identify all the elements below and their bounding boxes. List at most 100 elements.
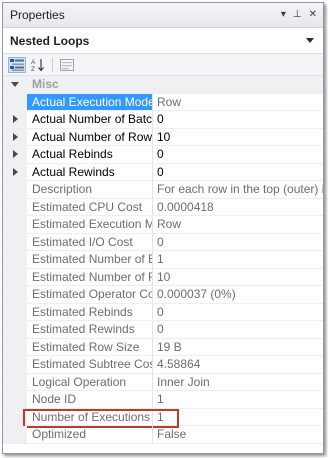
row-gutter[interactable] (3, 163, 27, 180)
property-name[interactable]: Actual Number of Rows (27, 128, 153, 145)
property-value[interactable]: 1 (153, 251, 323, 268)
window-position-dropdown-icon[interactable]: ▾ (281, 9, 286, 21)
property-value[interactable]: Row (153, 94, 323, 111)
property-row[interactable]: Estimated Rebinds 0 (3, 303, 323, 321)
property-grid: Misc Actual Execution Mode Row Actual Numb… (3, 76, 323, 444)
property-row[interactable]: Actual Execution Mode Row (3, 93, 323, 111)
property-row[interactable]: Estimated Execution ModeRow (3, 216, 323, 234)
property-row[interactable]: Node ID 1 (3, 391, 323, 409)
property-row[interactable]: Description For each row in the top (oute… (3, 181, 323, 199)
property-name[interactable]: Estimated Operator Cost (27, 286, 153, 303)
property-value[interactable]: 10 (153, 129, 323, 146)
property-row[interactable]: Actual Number of Rows 10 (3, 128, 323, 146)
property-name[interactable]: Number of Executions (27, 408, 153, 425)
property-name[interactable]: Logical Operation (27, 373, 153, 390)
property-name[interactable]: Estimated I/O Cost (27, 233, 153, 250)
property-name[interactable]: Estimated Subtree Cost (27, 356, 153, 373)
expand-triangle-icon[interactable] (12, 167, 18, 176)
property-value[interactable]: 0.000037 (0%) (153, 286, 323, 303)
expand-triangle-icon[interactable] (12, 132, 18, 141)
property-value[interactable]: Row (153, 216, 323, 233)
property-value[interactable]: 1 (153, 391, 323, 408)
property-row[interactable]: Estimated Row Size 19 B (3, 338, 323, 356)
property-name[interactable]: Estimated Row Size (27, 338, 153, 355)
property-name[interactable]: Description (27, 181, 153, 198)
close-icon[interactable]: ✕ (309, 9, 317, 21)
row-gutter (3, 373, 27, 390)
collapse-triangle-icon[interactable] (11, 81, 19, 87)
categorized-icon (10, 58, 24, 71)
row-gutter (3, 198, 27, 215)
property-name[interactable]: Estimated Number of Rows (27, 268, 153, 285)
title-bar: Properties ▾ ⊥ ✕ (3, 3, 323, 28)
auto-hide-pin-icon[interactable]: ⊥ (293, 9, 302, 21)
property-value[interactable]: 1 (153, 409, 323, 426)
property-row[interactable]: Estimated Number of Executions1 (3, 251, 323, 269)
property-row[interactable]: Estimated Rewinds 0 (3, 321, 323, 339)
property-value[interactable]: 0 (153, 111, 323, 128)
object-selector[interactable]: Nested Loops (3, 28, 323, 54)
property-value[interactable]: 19 B (153, 339, 323, 356)
row-gutter[interactable] (3, 128, 27, 145)
chevron-down-icon[interactable] (306, 38, 314, 43)
property-value[interactable]: False (153, 426, 323, 443)
property-value[interactable]: 0 (153, 146, 323, 163)
property-value[interactable]: For each row in the top (outer) input (153, 181, 323, 198)
property-name[interactable]: Optimized (27, 426, 153, 443)
row-gutter (3, 251, 27, 268)
property-row[interactable]: Actual Rewinds 0 (3, 163, 323, 181)
expand-triangle-icon[interactable] (12, 150, 18, 159)
row-gutter (3, 356, 27, 373)
properties-toolbar: A Z (3, 54, 323, 76)
row-gutter (3, 338, 27, 355)
property-row[interactable]: Actual Number of Batches0 (3, 111, 323, 129)
row-gutter (3, 408, 27, 425)
row-gutter (3, 181, 27, 198)
property-row[interactable]: Estimated Operator Cost 0.000037 (0%) (3, 286, 323, 304)
property-name[interactable]: Estimated Number of Executions (27, 251, 153, 268)
property-row[interactable]: Optimized False (3, 426, 323, 444)
row-gutter (3, 426, 27, 443)
object-name: Nested Loops (10, 33, 90, 48)
category-label: Misc (32, 77, 59, 92)
property-value[interactable]: 0 (153, 234, 323, 251)
property-name[interactable]: Actual Rewinds (27, 163, 153, 180)
property-value[interactable]: 0 (153, 304, 323, 321)
property-row[interactable]: Number of Executions 1 (3, 408, 323, 428)
property-name[interactable]: Actual Rebinds (27, 146, 153, 163)
row-gutter[interactable] (3, 146, 27, 163)
property-value[interactable]: 0 (153, 164, 323, 181)
row-gutter (3, 216, 27, 233)
row-gutter (3, 391, 27, 408)
property-name[interactable]: Estimated Rebinds (27, 303, 153, 320)
category-expander[interactable] (3, 76, 27, 93)
property-value[interactable]: 0 (153, 321, 323, 338)
svg-text:Z: Z (31, 66, 35, 72)
property-row[interactable]: Estimated I/O Cost 0 (3, 233, 323, 251)
property-row[interactable]: Estimated Number of Rows10 (3, 268, 323, 286)
property-name[interactable]: Estimated Execution Mode (27, 216, 153, 233)
properties-window: Properties ▾ ⊥ ✕ Nested Loops A Z Misc A… (2, 2, 324, 454)
row-gutter (3, 321, 27, 338)
category-row-misc[interactable]: Misc (3, 76, 323, 94)
property-row[interactable]: Estimated CPU Cost 0.0000418 (3, 198, 323, 216)
row-gutter[interactable] (3, 111, 27, 128)
property-row[interactable]: Estimated Subtree Cost 4.58864 (3, 356, 323, 374)
alphabetical-button[interactable]: A Z (29, 57, 47, 73)
property-name[interactable]: Estimated CPU Cost (27, 198, 153, 215)
property-name[interactable]: Estimated Rewinds (27, 321, 153, 338)
property-value[interactable]: 10 (153, 269, 323, 286)
property-pages-button[interactable] (58, 57, 76, 73)
row-gutter (3, 268, 27, 285)
property-row[interactable]: Logical Operation Inner Join (3, 373, 323, 391)
property-value[interactable]: 4.58864 (153, 356, 323, 373)
categorized-button[interactable] (8, 56, 26, 73)
svg-text:A: A (31, 59, 36, 66)
property-name[interactable]: Actual Execution Mode (27, 93, 153, 110)
property-row[interactable]: Actual Rebinds 0 (3, 146, 323, 164)
property-value[interactable]: Inner Join (153, 374, 323, 391)
expand-triangle-icon[interactable] (12, 115, 18, 124)
property-name[interactable]: Actual Number of Batches (27, 111, 153, 128)
property-value[interactable]: 0.0000418 (153, 199, 323, 216)
property-name[interactable]: Node ID (27, 391, 153, 408)
